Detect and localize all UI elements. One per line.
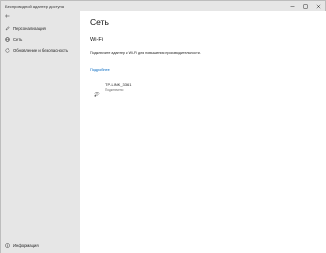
page-title: Сеть [90,17,109,27]
sidebar-item-label: Информация [13,242,39,248]
description-text: Подключите адаптер к Wi-Fi для повышения… [90,51,201,55]
minimize-button[interactable] [286,1,299,11]
app-window: Беспроводной адаптер доступа Персонализа… [0,0,326,253]
wifi-secured-icon [94,84,100,97]
minimize-icon [290,5,295,7]
sidebar: Персонализация Сеть Обновление и безопас… [1,11,80,253]
maximize-button[interactable] [299,1,312,11]
maximize-icon [303,4,308,8]
sidebar-item-info[interactable]: Информация [5,241,39,249]
sidebar-item-label: Сеть [13,36,23,42]
window-controls [286,1,325,11]
section-title: Wi-Fi [90,37,104,43]
title-bar: Беспроводной адаптер доступа [1,1,325,11]
refresh-icon [5,47,10,53]
network-list-item[interactable]: TP-LINK_3361 Подключено [94,82,214,97]
sidebar-item-label: Персонализация [13,25,46,31]
network-texts: TP-LINK_3361 Подключено [105,82,131,92]
learn-more-link[interactable]: Подробнее [90,68,110,72]
back-button[interactable] [5,13,10,19]
close-button[interactable] [312,1,325,11]
close-icon [316,4,321,8]
info-icon [5,242,10,248]
back-arrow-icon [5,14,10,18]
sidebar-item-label: Обновление и безопасность [13,47,69,53]
pen-icon [5,25,10,31]
sidebar-item-update-security[interactable]: Обновление и безопасность [1,45,80,55]
globe-icon [5,36,10,42]
window-title: Беспроводной адаптер доступа [5,3,64,9]
main-content: Сеть Wi-Fi Подключите адаптер к Wi-Fi дл… [80,11,326,253]
network-status: Подключено [105,88,124,92]
sidebar-item-personalization[interactable]: Персонализация [1,23,80,33]
sidebar-item-network[interactable]: Сеть [1,34,80,44]
